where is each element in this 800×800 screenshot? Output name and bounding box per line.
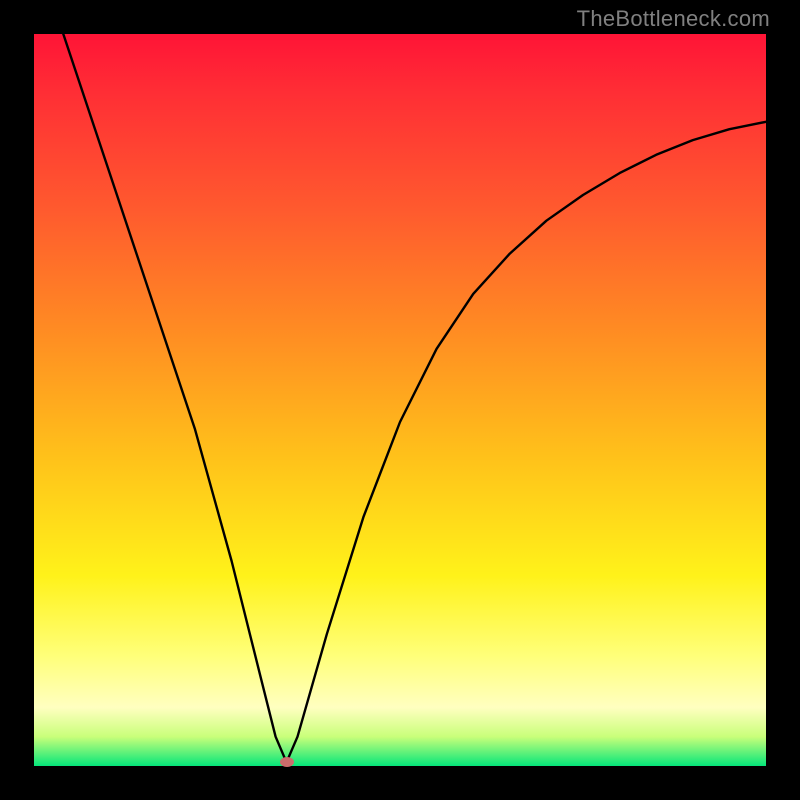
plot-area <box>34 34 766 766</box>
bottleneck-curve <box>34 34 766 766</box>
watermark-text: TheBottleneck.com <box>577 6 770 32</box>
chart-frame: TheBottleneck.com <box>0 0 800 800</box>
sweet-spot-marker <box>280 757 294 767</box>
